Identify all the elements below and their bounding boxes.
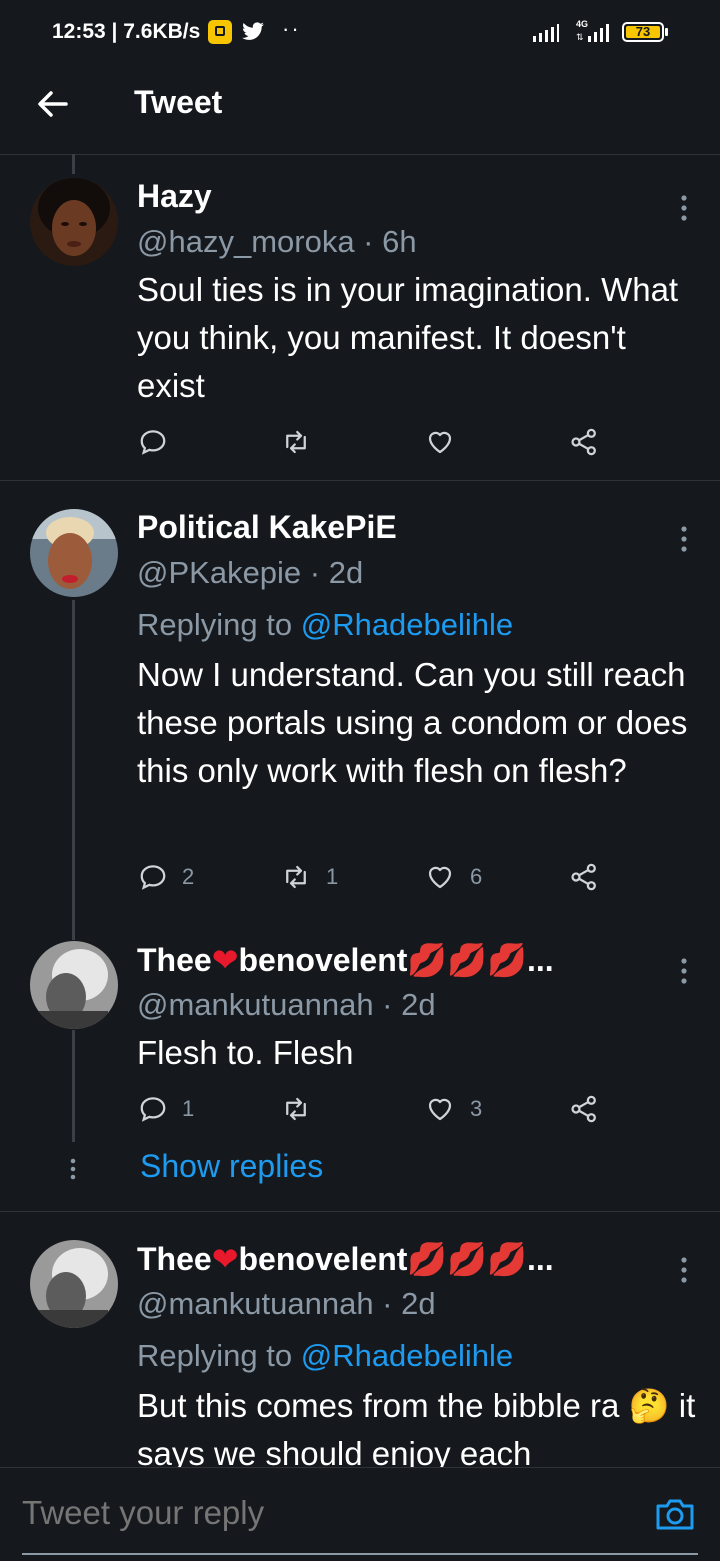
author-name[interactable]: Political KakePiE — [137, 509, 397, 546]
share-icon — [571, 1095, 596, 1123]
reply-input[interactable] — [22, 1494, 522, 1532]
author-name-part: benovelent — [238, 942, 408, 978]
share-icon — [571, 863, 596, 891]
reply-icon — [140, 865, 166, 890]
battery-level: 73 — [635, 24, 651, 39]
avatar[interactable] — [30, 178, 118, 266]
author-handle[interactable]: @hazy_moroka · 6h — [137, 224, 417, 260]
more-options-icon[interactable] — [672, 951, 696, 991]
reply-button[interactable] — [138, 422, 168, 462]
name-ellipsis: ... — [526, 942, 554, 978]
status-bar: 12:53 | 7.6KB/s ·· 4G ⇅ 73 — [0, 0, 720, 64]
author-handle[interactable]: @mankutuannah · 2d — [137, 1286, 436, 1322]
input-underline — [22, 1553, 698, 1555]
author-name-part: Thee — [137, 942, 212, 978]
like-button[interactable]: 3 — [424, 1089, 482, 1129]
retweet-icon — [286, 865, 306, 889]
tweet[interactable]: Thee❤benovelent💋💋💋... @mankutuannah · 2d… — [0, 1212, 720, 1467]
more-options-icon[interactable] — [672, 519, 696, 559]
twitter-icon — [242, 22, 264, 40]
red-heart-emoji: ❤ — [211, 1241, 239, 1277]
like-count: 6 — [470, 864, 483, 889]
app-header: Tweet — [0, 64, 720, 155]
more-options-icon[interactable] — [672, 1250, 696, 1290]
page-title: Tweet — [134, 84, 223, 120]
status-more-indicator: ·· — [282, 16, 301, 41]
reply-count: 1 — [182, 1096, 195, 1121]
mention-link[interactable]: @Rhadebelihle — [301, 607, 513, 642]
tweet[interactable]: Political KakePiE @PKakepie · 2d Replyin… — [0, 481, 720, 931]
retweet-count: 1 — [326, 864, 339, 889]
back-arrow-icon[interactable] — [32, 84, 72, 124]
author-name-part: benovelent — [238, 1241, 408, 1277]
replying-prefix: Replying to — [137, 1338, 301, 1373]
red-heart-emoji: ❤ — [211, 942, 239, 978]
reply-composer — [0, 1467, 720, 1561]
share-button[interactable] — [568, 422, 600, 462]
name-ellipsis: ... — [526, 1241, 554, 1277]
author-name[interactable]: Thee❤benovelent💋💋💋... — [137, 1240, 554, 1278]
reply-icon — [140, 430, 166, 455]
share-button[interactable] — [568, 1089, 600, 1129]
show-replies-link[interactable]: Show replies — [140, 1148, 323, 1185]
retweet-button[interactable] — [280, 1089, 312, 1129]
battery-icon: 73 — [622, 22, 664, 42]
tweet-actions: 2 1 6 — [0, 857, 720, 897]
author-name[interactable]: Thee❤benovelent💋💋💋... — [137, 941, 554, 979]
heart-icon — [428, 1098, 452, 1121]
retweet-icon — [286, 1097, 306, 1121]
signal-icon — [533, 24, 559, 42]
like-button[interactable] — [424, 422, 456, 462]
like-count: 3 — [470, 1096, 483, 1121]
reply-button[interactable]: 2 — [138, 857, 194, 897]
like-button[interactable]: 6 — [424, 857, 482, 897]
app-notification-icon — [208, 20, 232, 44]
status-time: 12:53 | 7.6KB/s — [52, 20, 201, 43]
avatar[interactable] — [30, 1240, 118, 1328]
svg-text:⇅: ⇅ — [576, 32, 584, 42]
avatar[interactable] — [30, 941, 118, 1029]
tweet-actions: 1 3 — [0, 1089, 720, 1129]
more-options-icon[interactable] — [672, 188, 696, 228]
share-button[interactable] — [568, 857, 600, 897]
reply-count: 2 — [182, 864, 195, 889]
tweet-text: Flesh to. Flesh — [137, 1034, 354, 1071]
retweet-icon — [286, 430, 306, 454]
mention-link[interactable]: @Rhadebelihle — [301, 1338, 513, 1373]
reply-icon — [140, 1097, 166, 1122]
tweet[interactable]: Hazy @hazy_moroka · 6h Soul ties is in y… — [0, 154, 720, 480]
retweet-button[interactable] — [280, 422, 312, 462]
replying-to: Replying to @Rhadebelihle — [137, 607, 513, 643]
tweet-text: Now I understand. Can you still reach th… — [137, 656, 688, 789]
kiss-mark-emoji: 💋💋💋 — [407, 942, 527, 978]
author-name-part: Thee — [137, 1241, 212, 1277]
tweet-text: But this comes from the bibble ra 🤔 it s… — [137, 1387, 696, 1467]
replying-prefix: Replying to — [137, 607, 301, 642]
author-handle[interactable]: @PKakepie · 2d — [137, 555, 363, 591]
replying-to: Replying to @Rhadebelihle — [137, 1338, 513, 1374]
heart-icon — [428, 866, 452, 889]
tweet-actions — [0, 422, 720, 462]
author-handle[interactable]: @mankutuannah · 2d — [137, 987, 436, 1023]
author-name[interactable]: Hazy — [137, 178, 212, 215]
retweet-button[interactable]: 1 — [280, 857, 338, 897]
heart-icon — [428, 431, 452, 454]
kiss-mark-emoji: 💋💋💋 — [407, 1241, 527, 1277]
camera-icon[interactable] — [654, 1494, 696, 1534]
tweet[interactable]: Thee❤benovelent💋💋💋... @mankutuannah · 2d… — [0, 931, 720, 1141]
signal-4g-icon: 4G ⇅ — [576, 19, 609, 42]
thread-more-dots-icon — [70, 1158, 76, 1180]
tweet-text: Soul ties is in your imagination. What y… — [137, 271, 679, 404]
reply-button[interactable]: 1 — [138, 1089, 194, 1129]
network-label: 4G — [576, 19, 588, 29]
share-icon — [571, 428, 596, 456]
avatar[interactable] — [30, 509, 118, 597]
